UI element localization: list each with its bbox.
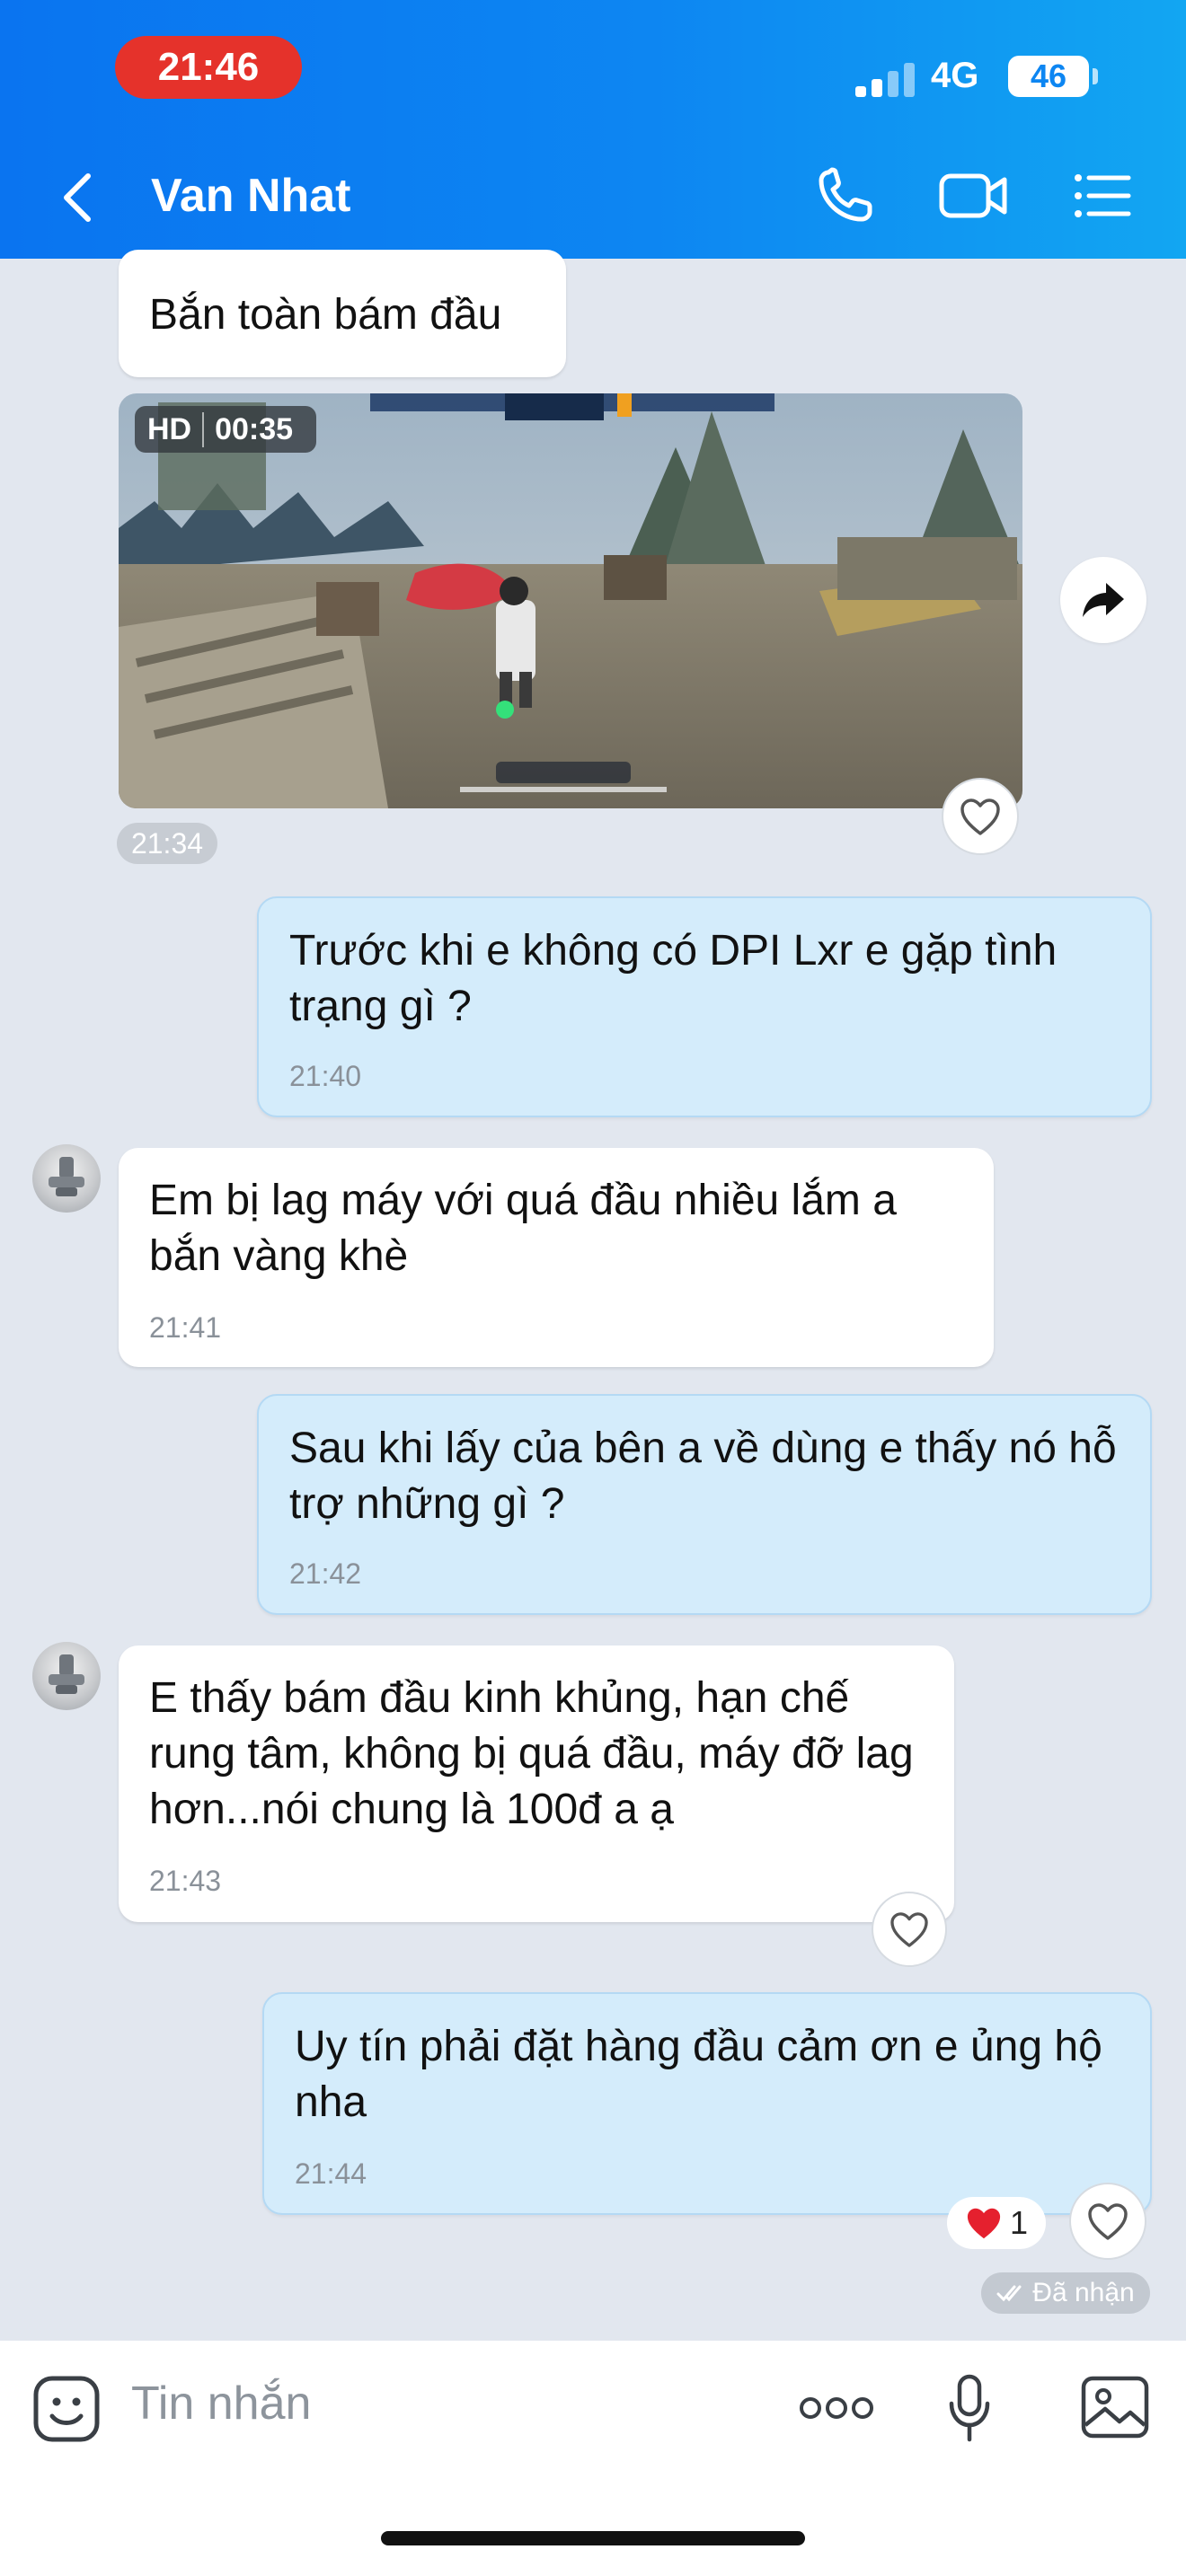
message-time: 21:42 <box>289 1557 362 1590</box>
heart-outline-icon <box>1088 2203 1128 2240</box>
microphone-icon[interactable] <box>947 2373 992 2445</box>
share-arrow-icon <box>1083 583 1124 617</box>
more-options-icon[interactable] <box>798 2393 875 2423</box>
message-time: 21:41 <box>149 1311 222 1344</box>
video-duration: 00:35 <box>215 411 294 446</box>
avatar-image <box>49 1654 84 1694</box>
message-bubble-outgoing[interactable]: Sau khi lấy của bên a về dùng e thấy nó … <box>257 1394 1152 1615</box>
message-bubble-outgoing[interactable]: Trước khi e không có DPI Lxr e gặp tình … <box>257 896 1152 1117</box>
video-badge: HD 00:35 <box>135 406 316 453</box>
image-gallery-icon[interactable] <box>1080 2375 1150 2439</box>
contact-avatar[interactable] <box>32 1642 101 1710</box>
message-text: Em bị lag máy với quá đầu nhiều lắm a bắ… <box>149 1177 897 1280</box>
contact-name[interactable]: Van Nhat <box>151 169 351 223</box>
message-text: Bắn toàn bám đầu <box>149 291 502 339</box>
message-bubble-incoming[interactable]: Bắn toàn bám đầu <box>119 250 566 377</box>
avatar-image <box>49 1157 84 1196</box>
battery-icon: 46 <box>1008 56 1089 97</box>
message-bubble-outgoing[interactable]: Uy tín phải đặt hàng đầu cảm ơn e ủng hộ… <box>262 1992 1152 2215</box>
delivery-status-label: Đã nhận <box>1032 2278 1135 2307</box>
reaction-badge[interactable]: 1 <box>947 2197 1046 2249</box>
like-button[interactable] <box>872 1892 947 1967</box>
video-thumbnail[interactable] <box>119 393 1022 808</box>
delivery-status: Đã nhận <box>981 2272 1150 2314</box>
message-text: E thấy bám đầu kinh khủng, hạn chế rung … <box>149 1674 914 1833</box>
chat-header: 21:46 4G 46 Van Nhat <box>0 0 1186 259</box>
like-button[interactable] <box>1069 2183 1146 2260</box>
phone-icon[interactable] <box>816 167 875 225</box>
double-check-icon <box>996 2285 1022 2302</box>
cellular-signal-icon <box>855 63 915 97</box>
video-call-icon[interactable] <box>938 167 1010 225</box>
sticker-emoji-icon[interactable] <box>32 2375 101 2443</box>
message-input[interactable]: Tin nhắn <box>131 2377 311 2430</box>
home-indicator[interactable] <box>381 2531 805 2545</box>
heart-outline-icon <box>960 798 1000 835</box>
share-button[interactable] <box>1060 557 1146 643</box>
message-text: Trước khi e không có DPI Lxr e gặp tình … <box>289 927 1058 1030</box>
message-time: 21:43 <box>149 1865 222 1897</box>
menu-list-icon[interactable] <box>1073 167 1132 225</box>
heart-filled-icon <box>967 2208 1001 2239</box>
network-type: 4G <box>931 56 979 95</box>
message-time: 21:34 <box>117 823 217 864</box>
back-icon[interactable] <box>56 171 101 225</box>
message-text: Sau khi lấy của bên a về dùng e thấy nó … <box>289 1425 1117 1528</box>
battery-cap <box>1093 68 1098 84</box>
contact-avatar[interactable] <box>32 1144 101 1213</box>
message-bubble-incoming[interactable]: E thấy bám đầu kinh khủng, hạn chế rung … <box>119 1645 954 1922</box>
like-button[interactable] <box>942 778 1019 855</box>
message-text: Uy tín phải đặt hàng đầu cảm ơn e ủng hộ… <box>295 2023 1102 2126</box>
reaction-count: 1 <box>1009 2204 1029 2241</box>
game-video-frame <box>119 393 1022 808</box>
status-time: 21:46 <box>115 36 302 99</box>
hd-label: HD <box>135 411 205 447</box>
message-time: 21:40 <box>289 1060 362 1092</box>
message-bubble-incoming[interactable]: Em bị lag máy với quá đầu nhiều lắm a bắ… <box>119 1148 994 1367</box>
message-time: 21:44 <box>295 2157 367 2190</box>
heart-outline-icon <box>890 1912 928 1947</box>
